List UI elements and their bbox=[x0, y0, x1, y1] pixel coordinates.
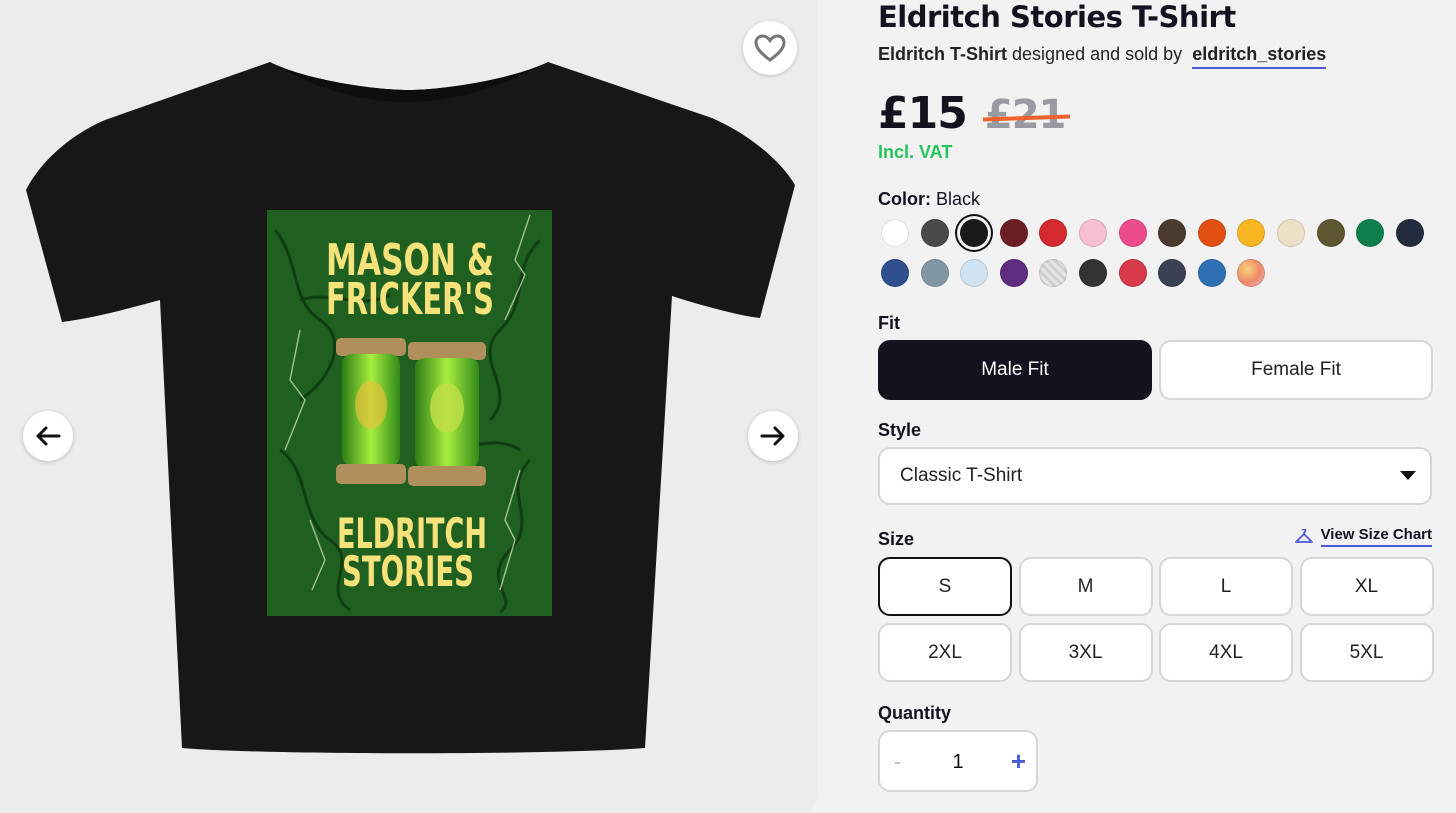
color-swatch[interactable] bbox=[1118, 219, 1147, 247]
quantity-label: Quantity bbox=[878, 703, 952, 723]
byline-text: designed and sold by bbox=[1012, 44, 1183, 64]
color-swatch[interactable] bbox=[1356, 219, 1385, 247]
size-option-3xl[interactable]: 3XL bbox=[1018, 623, 1153, 682]
color-swatch[interactable] bbox=[1197, 219, 1226, 247]
male-fit-button[interactable]: Male Fit bbox=[878, 340, 1152, 400]
color-swatch[interactable] bbox=[1237, 219, 1266, 247]
color-swatch[interactable] bbox=[999, 259, 1028, 287]
product-gallery: MASON & FRICKER'S ELDRITCH STORIES bbox=[0, 0, 818, 813]
arrow-right-icon bbox=[760, 426, 785, 446]
hanger-icon bbox=[1294, 528, 1313, 543]
color-label: Color: Black bbox=[878, 189, 980, 210]
color-label-text: Color: bbox=[878, 189, 931, 209]
caret-down-icon bbox=[1400, 471, 1416, 480]
arrow-left-icon bbox=[36, 426, 61, 446]
size-option-4xl[interactable]: 4XL bbox=[1159, 623, 1293, 682]
color-swatch[interactable] bbox=[1237, 259, 1266, 287]
color-swatch[interactable] bbox=[1158, 219, 1187, 247]
color-swatch[interactable] bbox=[920, 219, 949, 247]
next-image-button[interactable] bbox=[748, 411, 798, 461]
view-size-chart-link[interactable]: View Size Chart bbox=[1294, 526, 1432, 547]
color-swatch[interactable] bbox=[1079, 259, 1107, 287]
color-swatch[interactable] bbox=[1158, 259, 1187, 287]
product-byline: Eldritch T-Shirt designed and sold by el… bbox=[878, 44, 1327, 69]
selected-color: Black bbox=[936, 189, 981, 209]
favorite-button[interactable] bbox=[743, 21, 797, 75]
heart-outline-icon bbox=[754, 34, 786, 62]
style-label: Style bbox=[878, 420, 922, 440]
style-select-value: Classic T-Shirt bbox=[900, 465, 1023, 486]
color-swatch[interactable] bbox=[1039, 259, 1068, 287]
style-select[interactable]: Classic T-Shirt bbox=[878, 447, 1432, 505]
quantity-stepper: - 1 + bbox=[878, 730, 1038, 792]
artwork-line2: FRICKER'S bbox=[326, 274, 494, 325]
color-swatch[interactable] bbox=[1118, 259, 1147, 287]
color-swatch[interactable] bbox=[920, 259, 949, 287]
color-swatch[interactable] bbox=[1316, 219, 1345, 247]
size-option-m[interactable]: M bbox=[1018, 557, 1153, 616]
product-title: Eldritch Stories T-Shirt bbox=[878, 0, 1236, 34]
original-price: £21 bbox=[984, 92, 1066, 138]
size-option-s[interactable]: S bbox=[878, 557, 1012, 616]
product-type-name: Eldritch T-Shirt bbox=[878, 44, 1008, 64]
price-row: £15 £21 bbox=[878, 88, 1066, 139]
color-swatch[interactable] bbox=[960, 259, 989, 287]
previous-image-button[interactable] bbox=[23, 411, 73, 461]
size-option-5xl[interactable]: 5XL bbox=[1299, 623, 1434, 682]
product-page: MASON & FRICKER'S ELDRITCH STORIES Eldri… bbox=[0, 0, 1456, 813]
size-option-l[interactable]: L bbox=[1159, 557, 1293, 616]
size-label: Size bbox=[878, 529, 915, 549]
color-swatch[interactable] bbox=[1395, 219, 1424, 247]
female-fit-button[interactable]: Female Fit bbox=[1159, 340, 1433, 400]
color-swatch[interactable] bbox=[1079, 219, 1107, 247]
color-swatch[interactable] bbox=[1197, 259, 1226, 287]
artist-link[interactable]: eldritch_stories bbox=[1192, 44, 1327, 69]
vat-note: Incl. VAT bbox=[878, 142, 953, 162]
color-swatch[interactable] bbox=[1039, 219, 1068, 247]
color-swatch[interactable] bbox=[881, 219, 909, 247]
size-option-xl[interactable]: XL bbox=[1299, 557, 1434, 616]
tshirt-image: MASON & FRICKER'S ELDRITCH STORIES bbox=[26, 62, 795, 754]
color-swatch[interactable] bbox=[999, 219, 1028, 247]
color-swatch[interactable] bbox=[881, 259, 909, 287]
current-price: £15 bbox=[878, 88, 968, 139]
view-size-chart-text: View Size Chart bbox=[1320, 526, 1432, 547]
quantity-increase-button[interactable]: + bbox=[1011, 746, 1026, 777]
size-option-2xl[interactable]: 2XL bbox=[878, 623, 1012, 682]
color-swatch[interactable] bbox=[1277, 219, 1305, 247]
fit-label: Fit bbox=[878, 313, 900, 333]
color-swatch[interactable] bbox=[960, 219, 989, 247]
artwork-line4: STORIES bbox=[342, 547, 474, 596]
